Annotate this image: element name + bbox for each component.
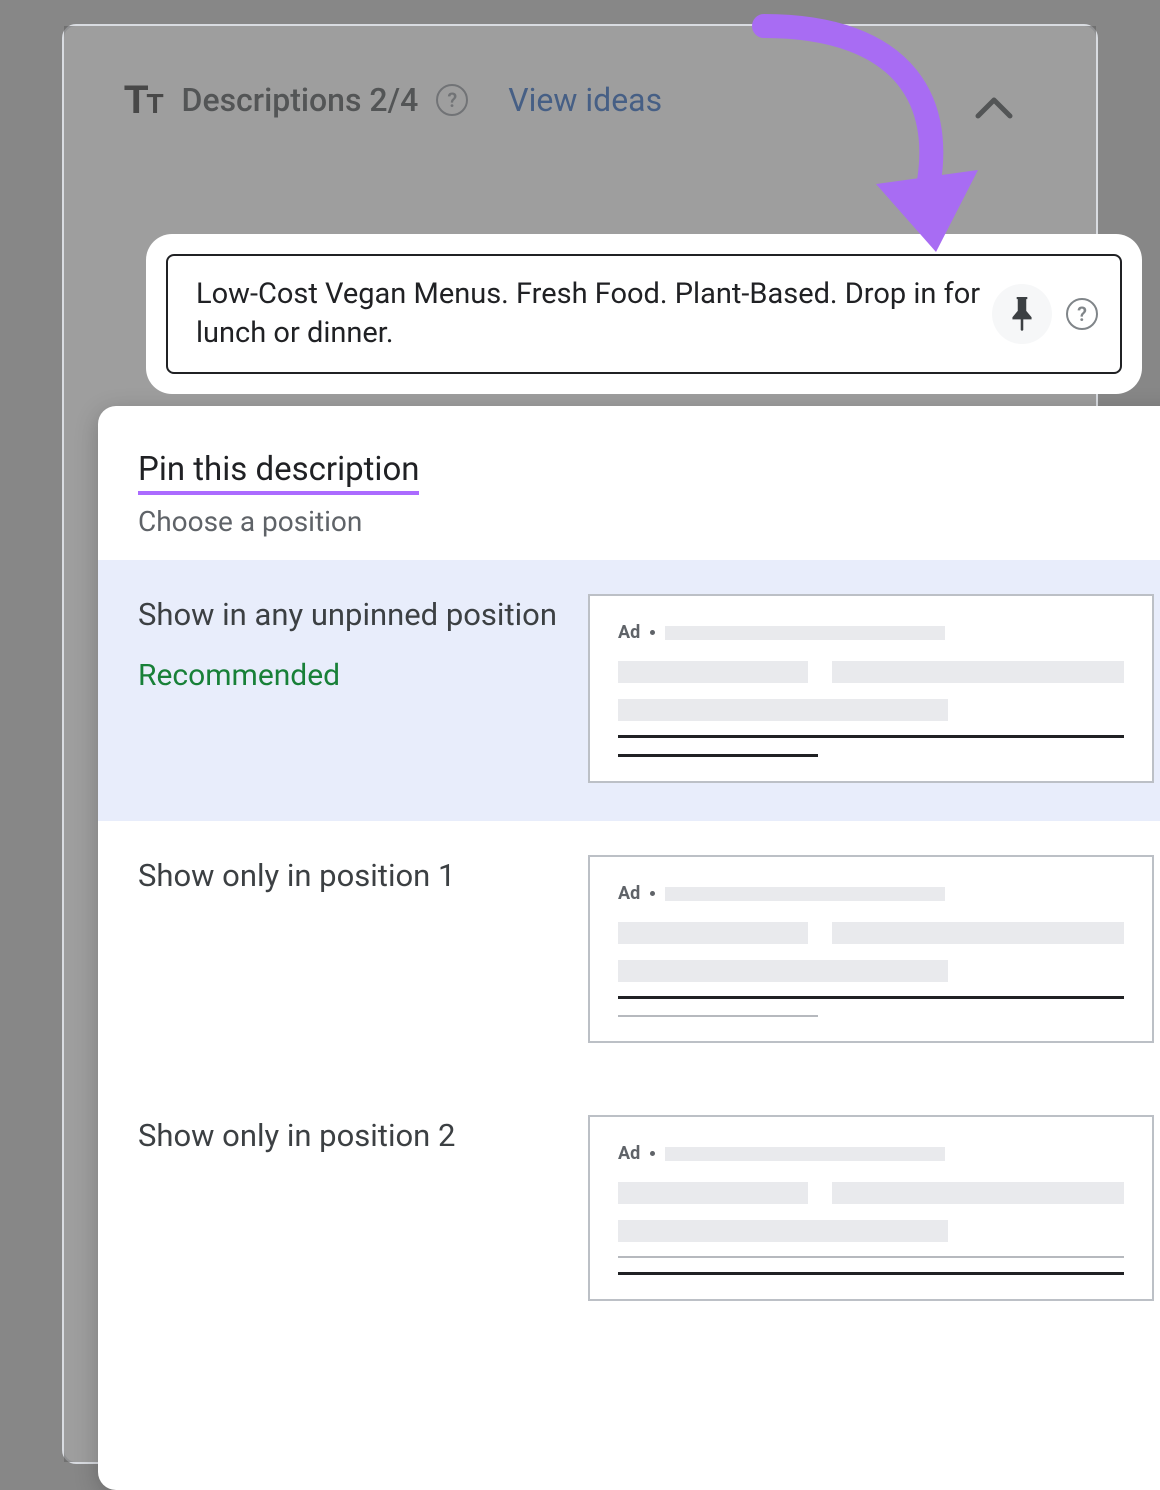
option-label: Show in any unpinned position (138, 594, 558, 636)
ad-badge: Ad (618, 883, 640, 904)
pin-icon (1009, 297, 1035, 331)
ad-preview: Ad (588, 594, 1154, 783)
description-input-wrapper: Low-Cost Vegan Menus. Fresh Food. Plant-… (156, 244, 1132, 384)
pin-button[interactable] (992, 284, 1052, 344)
popover-title: Pin this description (138, 450, 419, 495)
ad-badge: Ad (618, 1143, 640, 1164)
ad-preview: Ad (588, 1115, 1154, 1301)
pin-option-position-1[interactable]: Show only in position 1 Ad (98, 821, 1160, 1081)
popover-subtitle: Choose a position (138, 505, 1154, 538)
pin-option-position-2[interactable]: Show only in position 2 Ad (98, 1081, 1160, 1339)
description-text: Low-Cost Vegan Menus. Fresh Food. Plant-… (196, 275, 986, 353)
descriptions-title: Descriptions 2/4 (182, 81, 419, 119)
annotation-arrow (704, 12, 1004, 272)
help-icon[interactable]: ? (1066, 298, 1098, 330)
ad-badge: Ad (618, 622, 640, 643)
chevron-up-icon[interactable] (972, 86, 1016, 130)
text-icon: TT (124, 80, 162, 120)
pin-popover: Pin this description Choose a position S… (98, 406, 1160, 1490)
view-ideas-link[interactable]: View ideas (508, 81, 662, 119)
pin-option-any[interactable]: Show in any unpinned position Recommende… (98, 560, 1160, 821)
help-icon[interactable]: ? (436, 84, 468, 116)
recommended-badge: Recommended (138, 658, 558, 693)
ad-preview: Ad (588, 855, 1154, 1043)
descriptions-panel: TT Descriptions 2/4 ? View ideas Low-Cos… (62, 24, 1098, 1464)
option-label: Show only in position 1 (138, 855, 558, 897)
description-input[interactable]: Low-Cost Vegan Menus. Fresh Food. Plant-… (166, 254, 1122, 374)
panel-header: TT Descriptions 2/4 ? View ideas (124, 80, 1036, 120)
popover-header: Pin this description Choose a position (98, 406, 1160, 560)
option-label: Show only in position 2 (138, 1115, 558, 1157)
